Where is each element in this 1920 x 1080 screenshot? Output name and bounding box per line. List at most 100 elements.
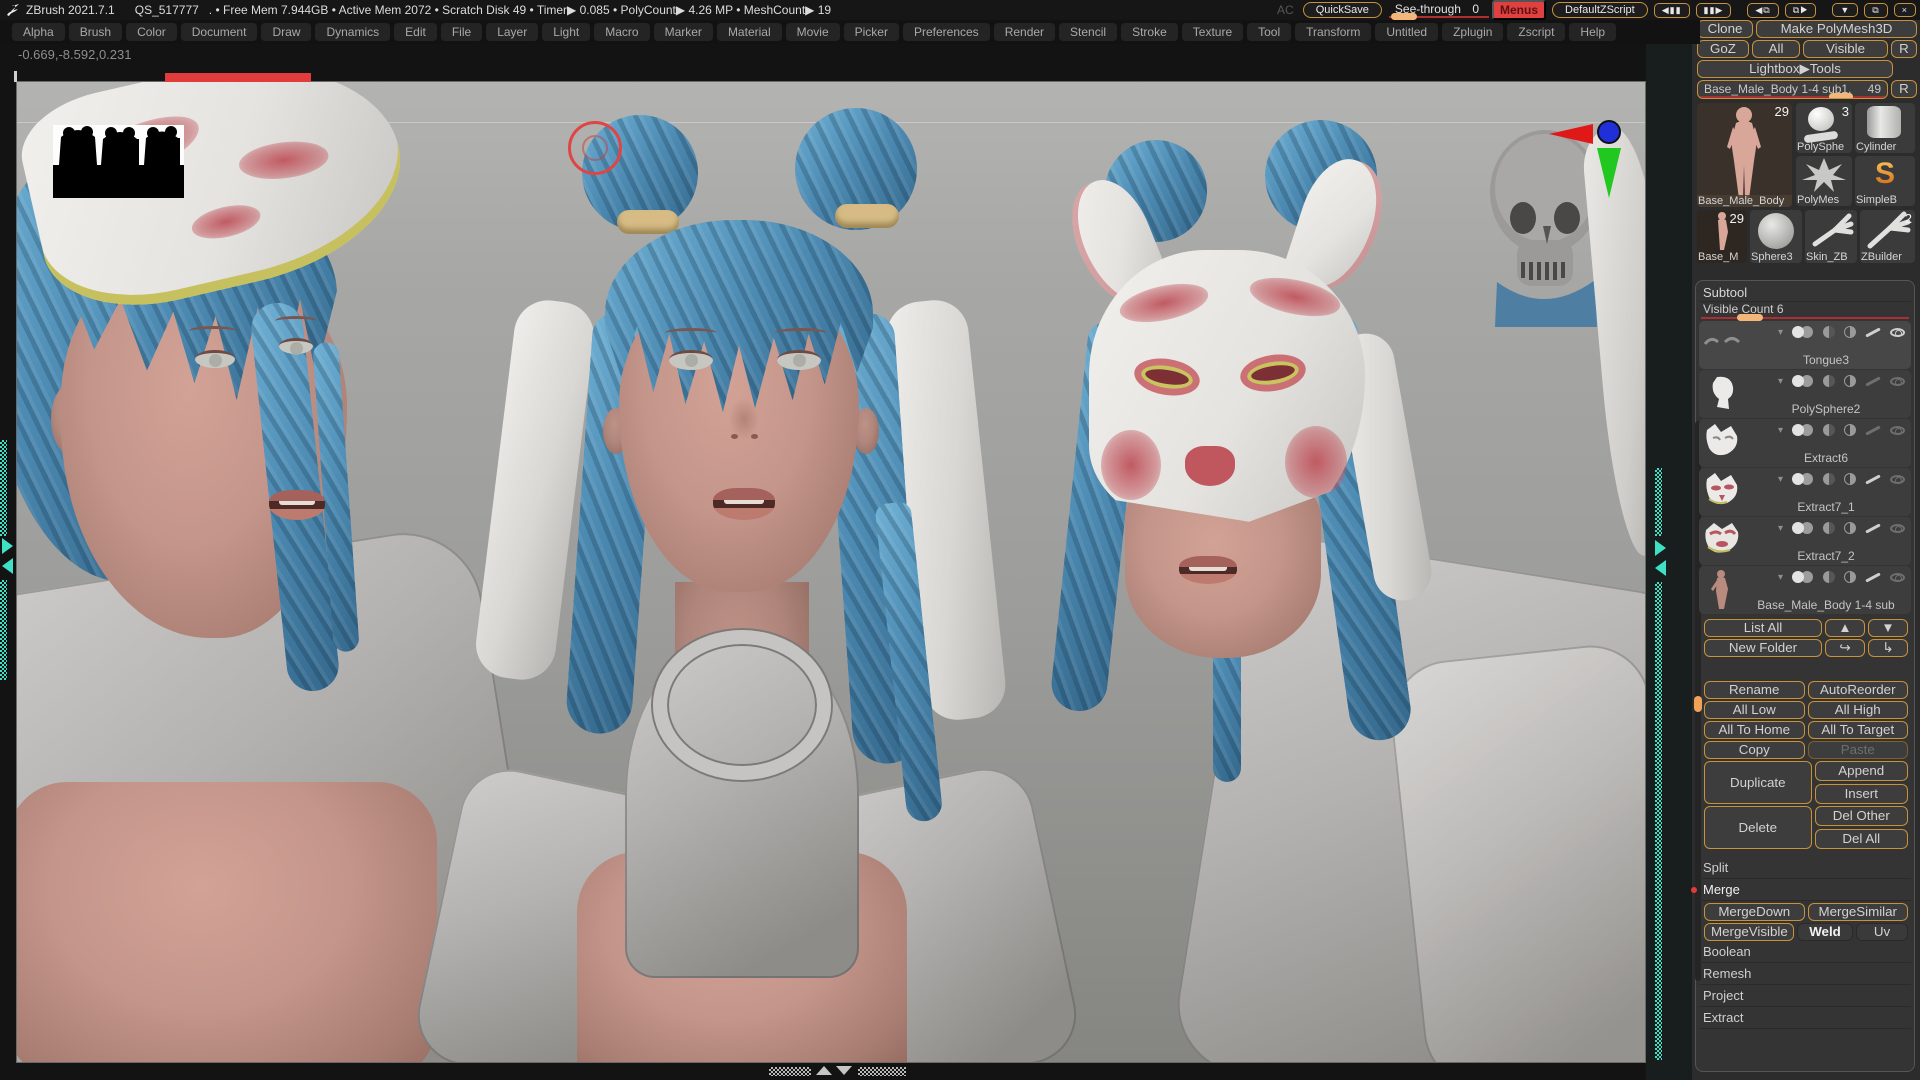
uv-toggle[interactable]: Uv (1856, 923, 1908, 941)
rename-button[interactable]: Rename (1704, 681, 1805, 699)
project-section-header[interactable]: Project (1699, 985, 1911, 1007)
remesh-section-header[interactable]: Remesh (1699, 963, 1911, 985)
menu-macro[interactable]: Macro (594, 23, 649, 41)
axis-x-icon[interactable] (1549, 124, 1593, 144)
menu-help[interactable]: Help (1569, 23, 1616, 41)
colorize-icon[interactable] (1823, 571, 1835, 583)
solo-arrow-icon[interactable]: ▾ (1778, 425, 1783, 436)
tool-tile-zbuilder[interactable]: 2 ZBuilder (1860, 210, 1915, 263)
visibility-eye-icon[interactable] (1890, 573, 1905, 582)
all-to-target-button[interactable]: All To Target (1808, 721, 1909, 739)
tool-tile-polysphere[interactable]: 3 PolySphe (1796, 103, 1852, 153)
duplicate-button[interactable]: Duplicate (1704, 761, 1812, 804)
menu-texture[interactable]: Texture (1182, 23, 1243, 41)
menu-zplugin[interactable]: Zplugin (1442, 23, 1503, 41)
left-scroll-right-arrow-icon[interactable] (2, 538, 13, 554)
tool-tile-simplebrush[interactable]: S SimpleB (1855, 156, 1915, 206)
tool-tile-sphere3[interactable]: Sphere3 (1750, 210, 1802, 263)
menu-brush[interactable]: Brush (69, 23, 122, 41)
bottom-scrollbar-right[interactable] (858, 1067, 906, 1076)
all-high-button[interactable]: All High (1808, 701, 1909, 719)
append-button[interactable]: Append (1815, 761, 1909, 781)
axis-z-icon[interactable] (1597, 120, 1621, 144)
uvmap-icon[interactable] (1844, 522, 1856, 534)
weld-toggle[interactable]: Weld (1797, 923, 1853, 941)
visibility-eye-icon[interactable] (1890, 328, 1905, 337)
bottom-scroll-up-icon[interactable] (816, 1066, 832, 1075)
tool-tile-cylinder[interactable]: Cylinder (1855, 103, 1915, 153)
polypaint-icon[interactable] (1792, 326, 1814, 338)
menu-layer[interactable]: Layer (486, 23, 538, 41)
close-icon[interactable]: × (1894, 3, 1916, 17)
menu-file[interactable]: File (441, 23, 482, 41)
see-through-slider[interactable]: See-through 0 (1385, 2, 1489, 18)
menu-document[interactable]: Document (181, 23, 258, 41)
subtool-scrollbar-thumb[interactable] (1694, 696, 1702, 712)
goz-r-button[interactable]: R (1891, 40, 1917, 58)
autoreorder-button[interactable]: AutoReorder (1808, 681, 1909, 699)
menu-tool[interactable]: Tool (1247, 23, 1291, 41)
delete-button[interactable]: Delete (1704, 806, 1812, 849)
visible-count-handle[interactable] (1737, 314, 1763, 321)
see-through-handle[interactable] (1391, 13, 1417, 20)
mergesimilar-button[interactable]: MergeSimilar (1808, 903, 1909, 921)
right-scroll-left-arrow-icon[interactable] (1655, 560, 1666, 576)
minimize-icon[interactable]: ▼ (1832, 3, 1858, 17)
colorize-icon[interactable] (1823, 473, 1835, 485)
new-folder-button[interactable]: New Folder (1704, 639, 1822, 657)
menu-stencil[interactable]: Stencil (1059, 23, 1117, 41)
all-low-button[interactable]: All Low (1704, 701, 1805, 719)
paste-button[interactable]: Paste (1808, 741, 1909, 759)
solo-arrow-icon[interactable]: ▾ (1778, 327, 1783, 338)
move-out-folder-button[interactable]: ↪ (1825, 639, 1865, 657)
sculpt-brush-icon[interactable] (1865, 523, 1881, 533)
restore-window-icon[interactable]: ⧉ (1864, 3, 1887, 18)
tool-tile-skin-zb[interactable]: Skin_ZB (1805, 210, 1857, 263)
colorize-icon[interactable] (1823, 424, 1835, 436)
sculpt-brush-icon[interactable] (1865, 327, 1881, 337)
subtool-row-base-male-body[interactable]: ▾ Base_Male_Body 1-4 sub (1699, 566, 1911, 614)
subtool-row-polysphere2[interactable]: ▾ PolySphere2 (1699, 370, 1911, 418)
move-in-folder-button[interactable]: ↳ (1868, 639, 1908, 657)
right-scrollbar-track2[interactable] (1655, 582, 1662, 1060)
split-section-header[interactable]: Split (1699, 857, 1911, 879)
subtool-up-button[interactable]: ▲ (1825, 619, 1865, 637)
tool-tile-active[interactable]: 29 Base_Male_Body (1697, 103, 1792, 207)
active-tool-slider[interactable]: Base_Male_Body 1-4 sub1. 49 (1697, 80, 1888, 99)
left-scroll-left-arrow-icon[interactable] (2, 558, 13, 574)
merge-section-header[interactable]: Merge (1699, 879, 1911, 901)
subtool-row-tongue3[interactable]: ▾ Tongue3 (1699, 321, 1911, 369)
left-scrollbar-track2[interactable] (0, 580, 7, 680)
sculpt-brush-icon[interactable] (1865, 474, 1881, 484)
extract-section-header[interactable]: Extract (1699, 1007, 1911, 1029)
subtool-row-extract7-1[interactable]: ▾ Extract7_1 (1699, 468, 1911, 516)
goz-button[interactable]: GoZ (1697, 40, 1749, 58)
polypaint-icon[interactable] (1792, 571, 1814, 583)
del-all-button[interactable]: Del All (1815, 829, 1909, 849)
menu-draw[interactable]: Draw (261, 23, 311, 41)
menu-picker[interactable]: Picker (844, 23, 899, 41)
axis-y-icon[interactable] (1597, 148, 1621, 198)
menu-dynamics[interactable]: Dynamics (315, 23, 390, 41)
prev-document-icon[interactable]: ◀⧉ (1747, 3, 1778, 18)
active-tool-slider-handle[interactable] (1829, 93, 1853, 99)
boolean-section-header[interactable]: Boolean (1699, 941, 1911, 963)
menus-button[interactable]: Menus (1492, 0, 1546, 20)
menu-light[interactable]: Light (542, 23, 590, 41)
tool-tile-polymesh-star[interactable]: PolyMes (1796, 156, 1852, 206)
visibility-eye-icon[interactable] (1890, 524, 1905, 533)
copy-button[interactable]: Copy (1704, 741, 1805, 759)
mergedown-button[interactable]: MergeDown (1704, 903, 1805, 921)
menu-untitled[interactable]: Untitled (1375, 23, 1438, 41)
polypaint-icon[interactable] (1792, 375, 1814, 387)
menu-edit[interactable]: Edit (394, 23, 437, 41)
scroll-left-icon[interactable]: ◀▮▮ (1654, 3, 1690, 18)
uvmap-icon[interactable] (1844, 424, 1856, 436)
polypaint-icon[interactable] (1792, 473, 1814, 485)
uvmap-icon[interactable] (1844, 375, 1856, 387)
lightbox-tools-button[interactable]: Lightbox▶Tools (1697, 60, 1893, 78)
menu-transform[interactable]: Transform (1295, 23, 1371, 41)
make-polymesh3d-button[interactable]: Make PolyMesh3D (1756, 20, 1917, 38)
sculpt-viewport[interactable] (17, 82, 1645, 1062)
visibility-eye-icon[interactable] (1890, 377, 1905, 386)
